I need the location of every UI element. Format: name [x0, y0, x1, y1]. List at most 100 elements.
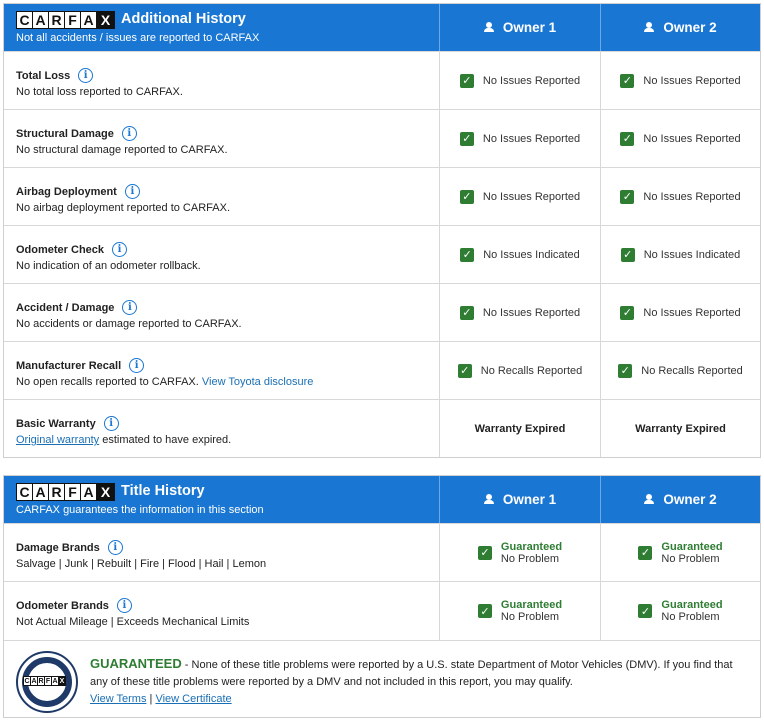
logo-letter: X: [58, 676, 66, 686]
owner-1-status: No Recalls Reported: [480, 364, 583, 377]
history-row-accident-damage: Accident / Damage i No accidents or damag…: [4, 283, 760, 341]
history-row-total-loss: Total Loss i No total loss reported to CA…: [4, 51, 760, 109]
additional-history-section: C A R F A X Additional History Not all a…: [3, 3, 761, 458]
no-problem-label: No Problem: [661, 611, 720, 623]
owner-1-status: No Issues Reported: [482, 306, 581, 319]
owner-2-status: Warranty Expired: [635, 422, 726, 435]
logo-letter: F: [64, 483, 81, 501]
check-icon: ✓: [620, 189, 635, 204]
info-icon[interactable]: i: [122, 300, 138, 315]
logo-letter: C: [16, 11, 33, 29]
info-icon[interactable]: i: [121, 126, 137, 141]
owner-1-status: No Issues Reported: [482, 132, 581, 145]
title-history-section: C A R F A X Title History CARFAX guarant…: [3, 475, 761, 718]
owner-2-status: No Issues Reported: [643, 132, 741, 145]
check-icon: ✓: [457, 363, 472, 378]
section-title: Additional History: [121, 11, 246, 27]
section-subtitle: Not all accidents / issues are reported …: [16, 32, 260, 44]
carfax-logo: C A R F A X: [16, 483, 115, 501]
logo-letter: A: [32, 11, 49, 29]
info-icon[interactable]: i: [116, 598, 132, 613]
row-description: No airbag deployment reported to CARFAX.: [16, 202, 231, 214]
row-description-text: No open recalls reported to CARFAX.: [16, 376, 199, 388]
row-description: No structural damage reported to CARFAX.: [16, 144, 228, 156]
check-icon: ✓: [459, 73, 474, 88]
guarantee-footer: C A R F A X GUARANTEED - None of these t…: [4, 640, 760, 718]
check-icon: ✓: [620, 73, 635, 88]
owner-label: Owner 1: [502, 20, 557, 35]
check-icon: ✓: [638, 604, 653, 618]
logo-letter: A: [80, 483, 97, 501]
owner-1-header: Owner 1: [439, 476, 600, 523]
row-title: Basic Warranty: [16, 417, 96, 430]
row-title: Total Loss: [16, 69, 71, 82]
history-row-structural-damage: Structural Damage i No structural damage …: [4, 109, 760, 167]
guarantee-text: GUARANTEED - None of these title problem…: [90, 655, 750, 708]
guaranteed-label: Guaranteed: [500, 599, 563, 611]
owner-label: Owner 1: [502, 492, 557, 507]
history-row-airbag-deployment: Airbag Deployment i No airbag deployment …: [4, 167, 760, 225]
check-icon: ✓: [620, 305, 635, 320]
check-icon: ✓: [638, 545, 653, 560]
logo-letter: C: [16, 483, 33, 501]
guaranteed-label: Guaranteed: [661, 599, 723, 611]
check-icon: ✓: [620, 131, 635, 146]
person-icon: [483, 22, 494, 33]
no-problem-label: No Problem: [500, 552, 559, 565]
row-title: Manufacturer Recall: [16, 359, 122, 372]
logo-letter: X: [96, 11, 115, 29]
info-icon[interactable]: i: [78, 68, 94, 83]
history-row-manufacturer-recall: Manufacturer Recall i No open recalls rep…: [4, 341, 760, 399]
owner-1-status: No Issues Reported: [482, 190, 581, 203]
info-icon[interactable]: i: [103, 416, 119, 431]
row-description: Salvage | Junk | Rebuilt | Fire | Flood …: [16, 558, 267, 570]
check-icon: ✓: [477, 545, 492, 560]
person-icon: [483, 494, 494, 505]
header-left: C A R F A X Additional History Not all a…: [4, 4, 439, 51]
owner-2-status: No Recalls Reported: [641, 364, 743, 377]
row-description: No total loss reported to CARFAX.: [16, 86, 183, 98]
view-certificate-link[interactable]: View Certificate: [155, 693, 231, 705]
title-row-damage-brands: Damage Brands i Salvage | Junk | Rebuilt …: [4, 523, 760, 581]
view-toyota-disclosure-link[interactable]: View Toyota disclosure: [202, 376, 314, 388]
row-description: No indication of an odometer rollback.: [16, 260, 201, 272]
section-subtitle: CARFAX guarantees the information in thi…: [16, 504, 264, 516]
row-description: No open recalls reported to CARFAX. View…: [16, 376, 313, 388]
history-row-basic-warranty: Basic Warranty i Original warranty estima…: [4, 399, 760, 457]
info-icon[interactable]: i: [129, 358, 145, 373]
row-title: Damage Brands: [16, 541, 100, 554]
logo-letter: A: [80, 11, 97, 29]
view-terms-link[interactable]: View Terms: [90, 693, 146, 705]
section-title: Title History: [121, 483, 205, 499]
row-title: Odometer Brands: [16, 599, 109, 612]
logo-letter: F: [64, 11, 81, 29]
owner-1-header: Owner 1: [439, 4, 600, 51]
additional-history-header: C A R F A X Additional History Not all a…: [4, 4, 760, 51]
logo-letter: R: [48, 11, 65, 29]
person-icon: [644, 494, 655, 505]
row-description: Not Actual Mileage | Exceeds Mechanical …: [16, 616, 250, 628]
owner-2-status: No Issues Reported: [643, 190, 741, 203]
owner-2-header: Owner 2: [600, 476, 760, 523]
owner-2-status: No Issues Indicated: [643, 248, 741, 261]
guarantee-description: - None of these title problems were repo…: [90, 659, 733, 688]
header-left: C A R F A X Title History CARFAX guarant…: [4, 476, 439, 523]
info-icon[interactable]: i: [112, 242, 128, 257]
check-icon: ✓: [620, 247, 635, 262]
check-icon: ✓: [618, 363, 633, 378]
info-icon[interactable]: i: [107, 540, 123, 555]
logo-letter: A: [32, 483, 49, 501]
row-title: Accident / Damage: [16, 301, 115, 314]
row-title: Odometer Check: [16, 243, 105, 256]
check-icon: ✓: [459, 305, 474, 320]
owner-2-status: No Issues Reported: [643, 74, 741, 87]
check-icon: ✓: [459, 131, 474, 146]
check-icon: ✓: [459, 189, 474, 204]
guaranteed-label: Guaranteed: [500, 540, 563, 553]
owner-1-status: Warranty Expired: [474, 422, 566, 435]
check-icon: ✓: [477, 604, 492, 618]
original-warranty-link[interactable]: Original warranty: [16, 434, 99, 446]
badge-carfax-logo: C A R F A X: [23, 676, 66, 686]
owner-1-status: No Issues Reported: [482, 74, 581, 87]
info-icon[interactable]: i: [124, 184, 140, 199]
